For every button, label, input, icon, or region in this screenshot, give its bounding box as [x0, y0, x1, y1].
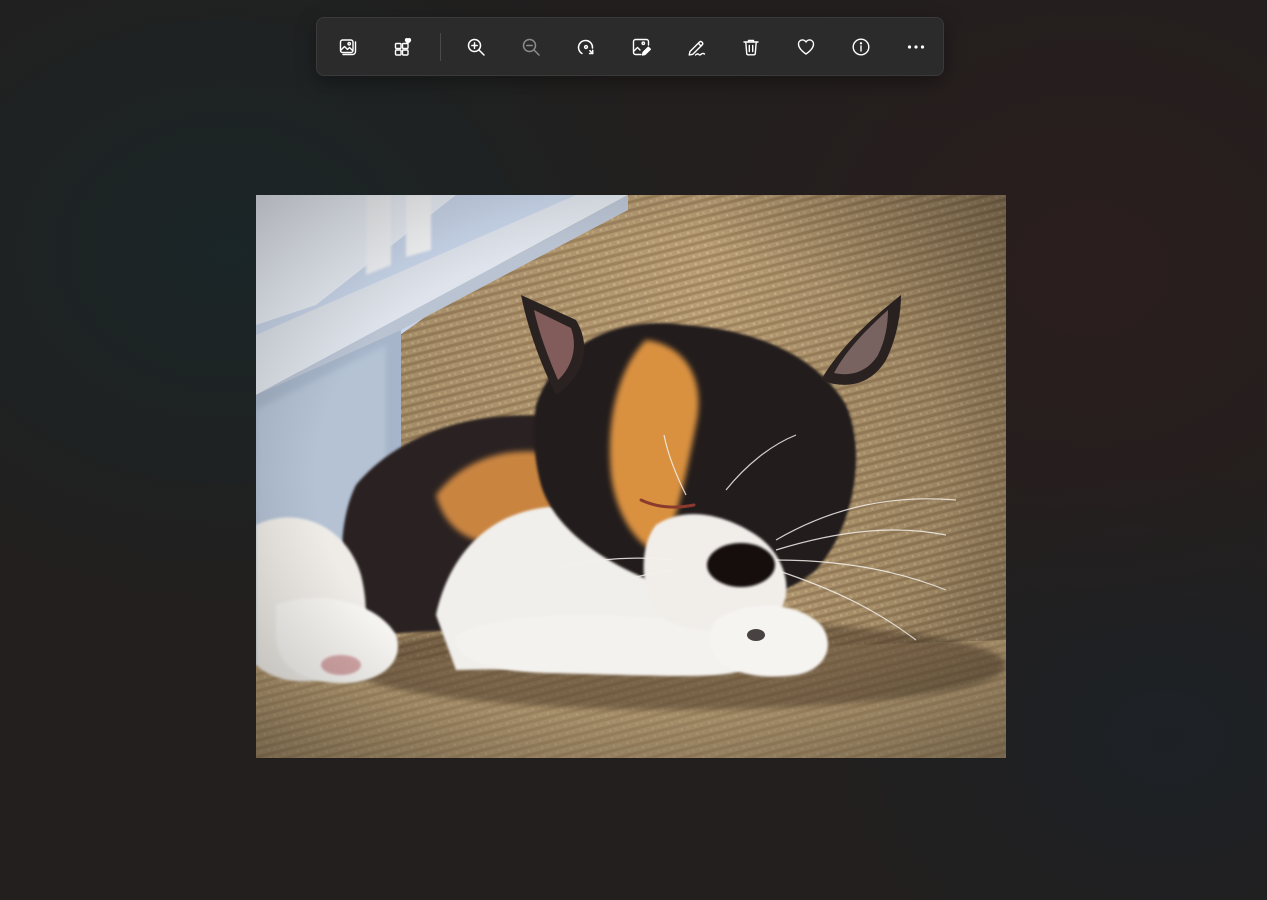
heart-icon — [797, 38, 814, 55]
file-info-button[interactable] — [833, 25, 888, 69]
view-all-photos-button[interactable] — [320, 25, 375, 69]
zoom-out-button[interactable] — [503, 25, 558, 69]
delete-button[interactable] — [723, 25, 778, 69]
trash-icon — [742, 39, 759, 56]
favorite-button[interactable] — [778, 25, 833, 69]
rotate-button[interactable] — [558, 25, 613, 69]
calico-kitten-photo — [256, 195, 1006, 758]
see-more-button[interactable] — [888, 25, 943, 69]
zoom-in-button[interactable] — [448, 25, 503, 69]
rotate-icon — [577, 39, 593, 54]
edit-image-button[interactable] — [613, 25, 668, 69]
toolbar-divider — [440, 32, 441, 61]
more-horizontal-icon — [907, 44, 924, 49]
image-gallery-icon — [339, 38, 356, 55]
add-to-album-button[interactable] — [375, 25, 430, 69]
edit-image-icon — [632, 38, 651, 56]
photo-canvas[interactable] — [256, 195, 1006, 758]
image-viewer-toolbar — [316, 17, 944, 76]
zoom-in-icon — [467, 38, 485, 56]
apps-favorite-icon — [394, 37, 411, 56]
draw-button[interactable] — [668, 25, 723, 69]
zoom-out-icon — [522, 38, 540, 56]
pen-sign-icon — [688, 40, 705, 56]
info-icon — [851, 37, 870, 56]
